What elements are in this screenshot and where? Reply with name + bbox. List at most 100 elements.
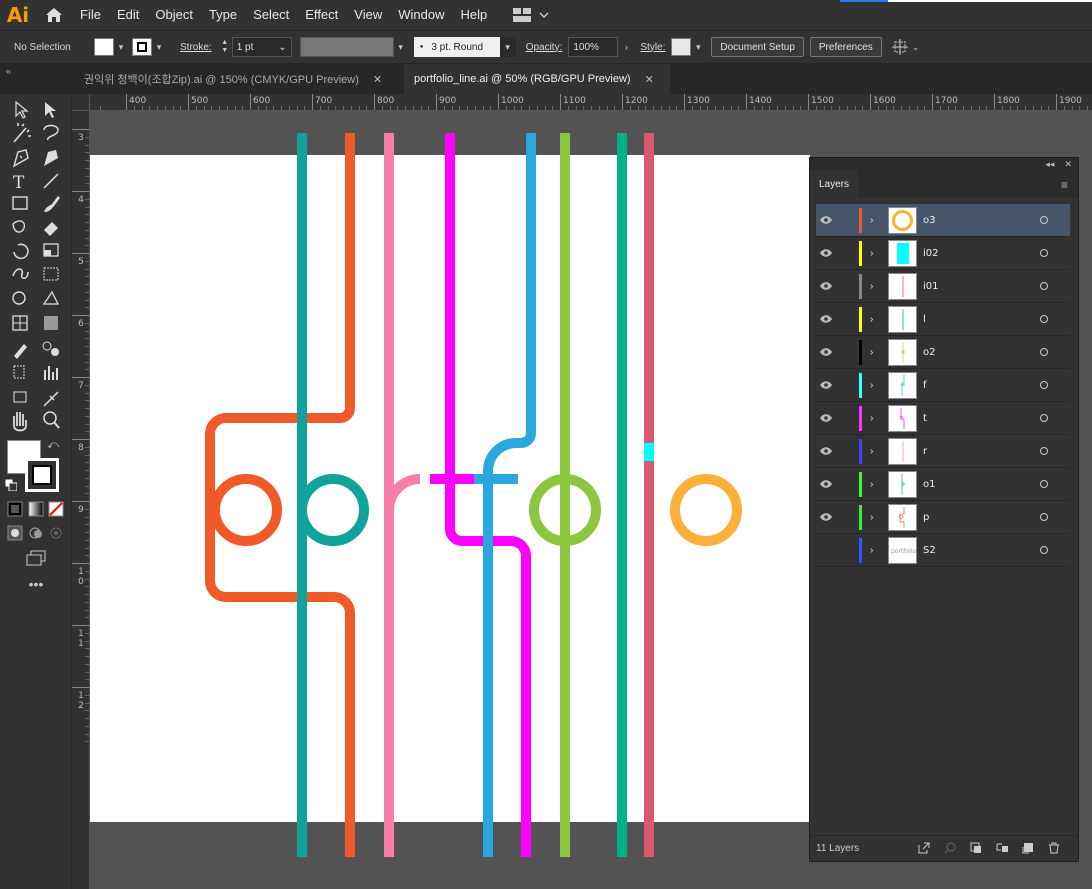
- layer-name[interactable]: o2: [923, 347, 935, 358]
- menu-object[interactable]: Object: [147, 0, 201, 30]
- layer-target-icon[interactable]: [1040, 546, 1048, 554]
- expand-chevron-icon[interactable]: ›: [870, 413, 873, 424]
- stroke-stepper[interactable]: ▲ ▼: [218, 37, 232, 57]
- style-swatch[interactable]: [671, 38, 692, 56]
- layer-target-icon[interactable]: [1040, 381, 1048, 389]
- clipping-mask-icon[interactable]: [970, 842, 982, 854]
- none-mode-icon[interactable]: [47, 500, 65, 518]
- style-dropdown[interactable]: ▾: [691, 38, 705, 56]
- stroke-label[interactable]: Stroke:: [174, 42, 218, 53]
- panel-menu-icon[interactable]: ≡: [1061, 178, 1068, 192]
- home-button[interactable]: [36, 0, 72, 30]
- layer-target-icon[interactable]: [1040, 414, 1048, 422]
- visibility-toggle[interactable]: [816, 315, 836, 323]
- menu-select[interactable]: Select: [245, 0, 297, 30]
- preferences-button[interactable]: Preferences: [809, 37, 882, 57]
- layer-row[interactable]: › o3: [816, 204, 1070, 237]
- fill-dropdown[interactable]: ▾: [114, 38, 128, 56]
- collapse-icon[interactable]: ◂◂: [1045, 159, 1054, 170]
- portfolio-artwork[interactable]: [90, 111, 810, 889]
- visibility-toggle[interactable]: [816, 282, 836, 290]
- expand-chevron-icon[interactable]: ›: [870, 512, 873, 523]
- more-tools-icon[interactable]: •••: [25, 576, 47, 592]
- gradient-mode-icon[interactable]: [27, 500, 45, 518]
- arrange-button[interactable]: ⌄: [891, 39, 919, 55]
- draw-behind-icon[interactable]: [27, 524, 45, 542]
- expand-chevron-icon[interactable]: ›: [870, 281, 873, 292]
- tab-document-2[interactable]: portfolio_line.ai @ 50% (RGB/GPU Preview…: [404, 64, 670, 94]
- visibility-toggle[interactable]: [816, 414, 836, 422]
- layer-name[interactable]: o3: [923, 215, 935, 226]
- search-icon[interactable]: [944, 842, 956, 854]
- menu-help[interactable]: Help: [452, 0, 495, 30]
- color-mode-icon[interactable]: [6, 500, 24, 518]
- horizontal-ruler[interactable]: 400 500 600 700 800 900 1000 1100 1200 1300 1400 15…: [90, 94, 1092, 111]
- ruler-origin[interactable]: [72, 94, 90, 111]
- menu-file[interactable]: File: [72, 0, 109, 30]
- draw-inside-icon[interactable]: [47, 524, 65, 542]
- layer-name[interactable]: i01: [923, 281, 939, 292]
- layer-name[interactable]: p: [923, 512, 929, 523]
- visibility-toggle[interactable]: [816, 348, 836, 356]
- layer-name[interactable]: r: [923, 446, 927, 457]
- expand-chevron-icon[interactable]: ›: [870, 347, 873, 358]
- layer-row[interactable]: › f: [816, 369, 1070, 402]
- layer-name[interactable]: f: [923, 380, 927, 391]
- close-icon[interactable]: ✕: [373, 73, 382, 86]
- new-layer-icon[interactable]: [1022, 842, 1034, 854]
- collapse-panel-icon[interactable]: «: [6, 66, 11, 76]
- visibility-toggle[interactable]: [816, 480, 836, 488]
- stroke-dropdown[interactable]: ▾: [152, 38, 166, 56]
- layer-row[interactable]: › portfolio S2: [816, 534, 1070, 567]
- visibility-toggle[interactable]: [816, 513, 836, 521]
- layer-name[interactable]: l: [923, 314, 926, 325]
- expand-chevron-icon[interactable]: ›: [870, 248, 873, 259]
- stroke-swatch[interactable]: [132, 38, 152, 56]
- layer-name[interactable]: S2: [923, 545, 936, 556]
- expand-chevron-icon[interactable]: ›: [870, 215, 873, 226]
- opacity-field[interactable]: 100%: [568, 37, 619, 57]
- layer-row[interactable]: › o1: [816, 468, 1070, 501]
- profile-dropdown[interactable]: ▾: [394, 38, 408, 56]
- layer-target-icon[interactable]: [1040, 348, 1048, 356]
- layer-target-icon[interactable]: [1040, 480, 1048, 488]
- menu-window[interactable]: Window: [390, 0, 452, 30]
- layer-target-icon[interactable]: [1040, 216, 1048, 224]
- close-icon[interactable]: ✕: [1064, 159, 1072, 170]
- visibility-toggle[interactable]: [816, 249, 836, 257]
- screen-mode-icon[interactable]: [24, 548, 48, 568]
- trash-icon[interactable]: [1048, 842, 1060, 854]
- visibility-toggle[interactable]: [816, 216, 836, 224]
- variable-width-profile[interactable]: [299, 37, 394, 57]
- document-setup-button[interactable]: Document Setup: [711, 37, 804, 57]
- expand-chevron-icon[interactable]: ›: [870, 380, 873, 391]
- visibility-toggle[interactable]: [816, 447, 836, 455]
- layer-row[interactable]: › i02: [816, 237, 1070, 270]
- layer-row[interactable]: › t: [816, 402, 1070, 435]
- opacity-label[interactable]: Opacity:: [520, 42, 569, 53]
- menu-edit[interactable]: Edit: [109, 0, 147, 30]
- fill-swatch[interactable]: [94, 38, 114, 56]
- visibility-toggle[interactable]: [816, 381, 836, 389]
- new-sublayer-icon[interactable]: [996, 842, 1008, 854]
- stroke-color[interactable]: [25, 458, 59, 492]
- expand-chevron-icon[interactable]: ›: [870, 446, 873, 457]
- stroke-weight-field[interactable]: 1 pt ⌄: [231, 37, 292, 57]
- vertical-ruler[interactable]: 3456789101112: [72, 111, 90, 889]
- layer-name[interactable]: i02: [923, 248, 939, 259]
- brush-dropdown[interactable]: ▾: [499, 37, 516, 57]
- layer-row[interactable]: › r: [816, 435, 1070, 468]
- expand-chevron-icon[interactable]: ›: [870, 479, 873, 490]
- opacity-dropdown[interactable]: ›: [618, 38, 634, 56]
- draw-normal-icon[interactable]: [6, 524, 24, 542]
- layer-name[interactable]: o1: [923, 479, 935, 490]
- menu-view[interactable]: View: [346, 0, 390, 30]
- brush-definition[interactable]: ● 3 pt. Round: [413, 37, 500, 57]
- layer-row[interactable]: › p: [816, 501, 1070, 534]
- layer-target-icon[interactable]: [1040, 315, 1048, 323]
- tab-layers[interactable]: Layers: [810, 170, 858, 198]
- layer-target-icon[interactable]: [1040, 447, 1048, 455]
- layer-target-icon[interactable]: [1040, 282, 1048, 290]
- layer-target-icon[interactable]: [1040, 249, 1048, 257]
- swap-fill-stroke-icon[interactable]: ⤺: [46, 438, 60, 452]
